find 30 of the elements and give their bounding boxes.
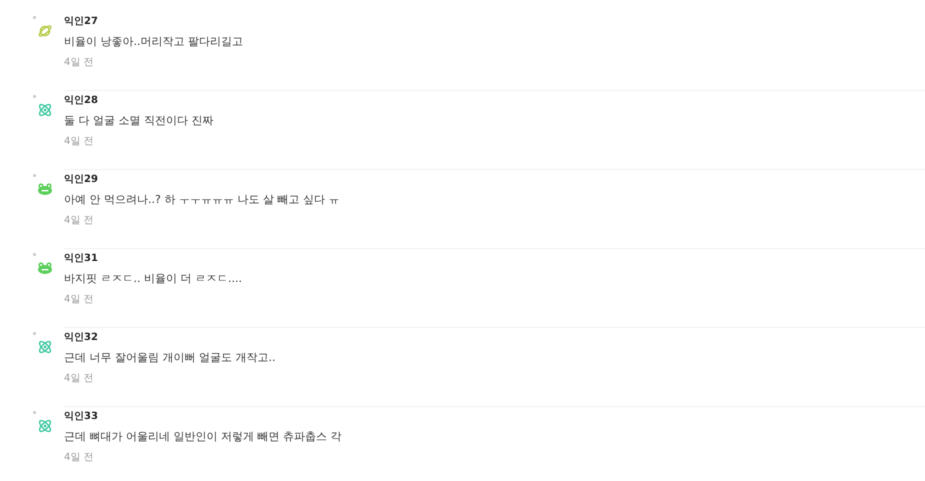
comment-author: 익인29	[64, 173, 99, 187]
comment-author: 익인27	[64, 15, 99, 29]
status-dot	[33, 411, 36, 414]
comment-time: 4일 전	[64, 214, 95, 228]
status-dot	[33, 332, 36, 335]
atom-icon	[37, 339, 53, 355]
comment-text: 비율이 낭좋아..머리작고 팔다리길고	[64, 34, 244, 50]
frog-icon	[37, 260, 53, 276]
comment-author: 익인28	[64, 94, 99, 108]
atom-icon	[37, 418, 53, 434]
comment-time: 4일 전	[64, 56, 95, 70]
planet-icon	[37, 23, 53, 39]
comment-time: 4일 전	[64, 293, 95, 307]
comment-author: 익인32	[64, 331, 99, 345]
status-dot	[33, 174, 36, 177]
status-dot	[33, 95, 36, 98]
comment-text: 둘 다 얼굴 소멸 직전이다 진짜	[64, 113, 214, 129]
comment-time: 4일 전	[64, 451, 95, 465]
atom-icon	[37, 102, 53, 118]
comment-text: 바지핏 ㄹㅈㄷ.. 비율이 더 ㄹㅈㄷ....	[64, 271, 243, 287]
comment-text: 근데 너무 잘어울림 개이뻐 얼굴도 개작고..	[64, 350, 276, 366]
comment-author: 익인31	[64, 252, 99, 266]
status-dot	[33, 16, 36, 19]
comment-time: 4일 전	[64, 135, 95, 149]
comment-text: 근데 뼈대가 어울리네 일반인이 저렇게 빼면 츄파춥스 각	[64, 429, 342, 445]
status-dot	[33, 253, 36, 256]
comment-time: 4일 전	[64, 372, 95, 386]
comment-author: 익인33	[64, 410, 99, 424]
frog-icon	[37, 181, 53, 197]
comment-text: 아예 안 먹으려나..? 하 ㅜㅜㅠㅠㅠ 나도 살 빼고 싶다 ㅠ	[64, 192, 340, 208]
